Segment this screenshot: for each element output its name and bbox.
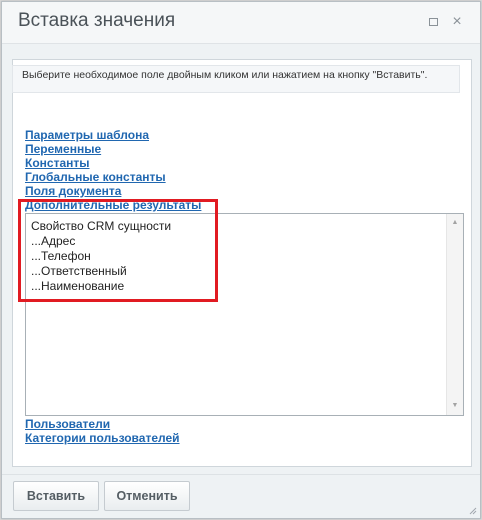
dialog-title: Вставка значения <box>18 10 176 31</box>
link-additional-results[interactable]: Дополнительные результаты <box>25 198 201 212</box>
section-links-top: Параметры шаблона Переменные Константы Г… <box>25 128 201 212</box>
insert-button[interactable]: Вставить <box>13 481 99 511</box>
link-template-parameters[interactable]: Параметры шаблона <box>25 128 201 142</box>
maximize-icon[interactable] <box>426 15 440 29</box>
listbox-scrollbar[interactable]: ▲ ▼ <box>446 214 463 415</box>
section-links-bottom: Пользователи Категории пользователей <box>25 417 180 445</box>
scroll-up-icon[interactable]: ▲ <box>447 216 463 230</box>
link-users[interactable]: Пользователи <box>25 417 180 431</box>
list-item[interactable]: ...Телефон <box>31 249 171 264</box>
dialog-titlebar[interactable]: Вставка значения × <box>2 2 480 44</box>
footer-divider <box>2 474 480 475</box>
insert-value-dialog: Вставка значения × Выберите необходимое … <box>1 1 481 519</box>
list-item[interactable]: ...Ответственный <box>31 264 171 279</box>
listbox-items: Свойство CRM сущности ...Адрес ...Телефо… <box>31 219 171 294</box>
link-variables[interactable]: Переменные <box>25 142 201 156</box>
list-item[interactable]: ...Наименование <box>31 279 171 294</box>
list-item[interactable]: Свойство CRM сущности <box>31 219 171 234</box>
link-document-fields[interactable]: Поля документа <box>25 184 201 198</box>
link-user-categories[interactable]: Категории пользователей <box>25 431 180 445</box>
close-icon[interactable]: × <box>450 14 464 30</box>
cancel-button[interactable]: Отменить <box>104 481 190 511</box>
field-listbox[interactable]: Свойство CRM сущности ...Адрес ...Телефо… <box>25 213 464 416</box>
link-global-constants[interactable]: Глобальные константы <box>25 170 201 184</box>
link-constants[interactable]: Константы <box>25 156 201 170</box>
info-text: Выберите необходимое поле двойным кликом… <box>22 69 428 81</box>
resize-grip-icon[interactable] <box>467 505 477 515</box>
scroll-down-icon[interactable]: ▼ <box>447 399 463 413</box>
list-item[interactable]: ...Адрес <box>31 234 171 249</box>
